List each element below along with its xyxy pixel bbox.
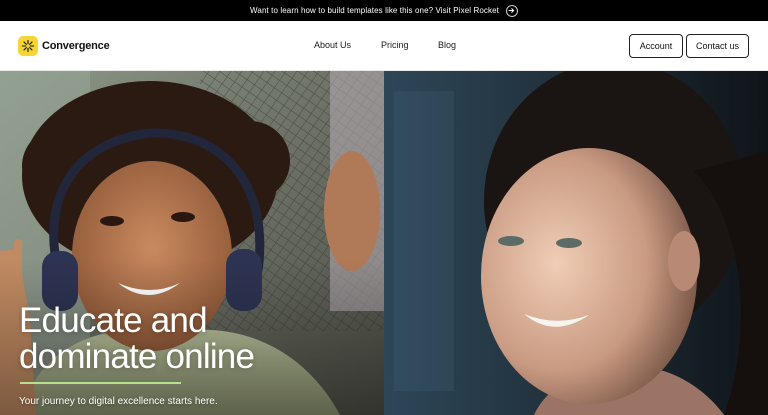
hero-title-underline [20,382,181,384]
account-button[interactable]: Account [629,34,683,58]
contact-us-button[interactable]: Contact us [686,34,749,58]
hero-photo-smiling-woman [384,71,768,415]
main-navigation: Convergence About Us Pricing Blog Accoun… [0,21,768,71]
hero-title: Educate and dominate online [19,303,359,375]
nav-link-blog[interactable]: Blog [438,40,456,50]
hero-text-block: Educate and dominate online Your journey… [19,303,359,408]
hero-subtitle: Your journey to digital excellence start… [19,396,218,407]
nav-link-about-us[interactable]: About Us [314,40,351,50]
hero-title-line-1: Educate and [19,301,208,340]
hero-title-line-2: dominate online [19,337,255,376]
announcement-bar: Want to learn how to build templates lik… [0,0,768,21]
announcement-text[interactable]: Want to learn how to build templates lik… [250,6,499,15]
arrow-right-icon[interactable] [505,4,518,17]
nav-link-pricing[interactable]: Pricing [381,40,409,50]
hero-section: Educate and dominate online Your journey… [0,71,768,415]
